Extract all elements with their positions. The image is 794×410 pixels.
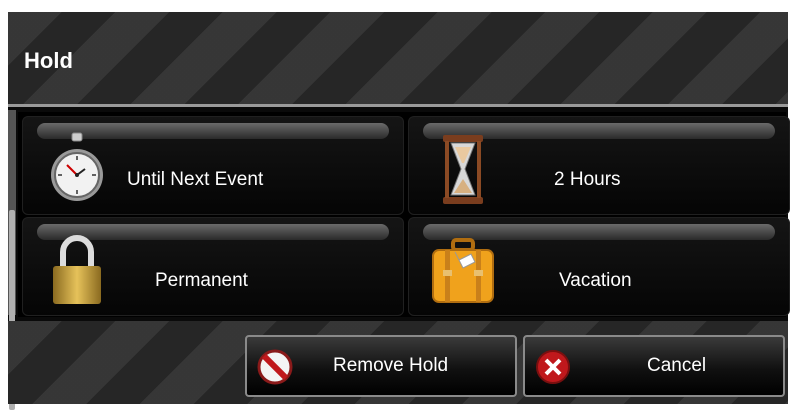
option-vacation[interactable]: Vacation [408,217,790,316]
option-until-next-event[interactable]: Until Next Event [22,116,404,215]
hourglass-icon [443,135,483,204]
dialog-header: Hold [8,12,788,104]
option-label: Vacation [559,270,632,291]
option-label: Until Next Event [127,169,264,190]
remove-hold-label: Remove Hold [333,355,449,376]
scrollbar[interactable] [8,110,16,410]
stopwatch-icon [51,132,103,201]
cancel-label: Cancel [647,355,707,376]
close-icon [536,350,570,384]
cancel-button[interactable]: Cancel [523,335,785,397]
option-label: 2 Hours [554,169,621,190]
no-entry-icon [257,349,293,385]
hold-dialog: Hold Until Next Event 2 Hours Permanent … [8,12,790,410]
dialog-footer: Remove Hold Cancel [8,321,788,404]
remove-hold-button[interactable]: Remove Hold [245,335,517,397]
hold-options-grid: Until Next Event 2 Hours Permanent Vacat… [18,112,790,317]
dialog-title: Hold [24,48,73,73]
option-permanent[interactable]: Permanent [22,217,404,316]
padlock-icon [53,235,101,304]
option-2-hours[interactable]: 2 Hours [408,116,790,215]
header-divider [8,104,788,107]
option-label: Permanent [155,270,248,291]
suitcase-icon [432,238,494,303]
